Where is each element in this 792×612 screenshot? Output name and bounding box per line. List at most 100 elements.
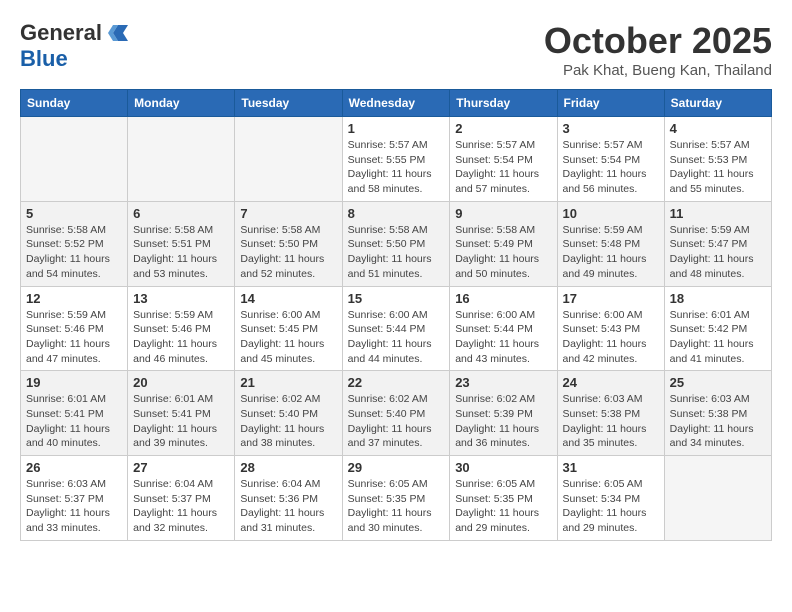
day-info: Sunrise: 6:03 AM Sunset: 5:37 PM Dayligh… xyxy=(26,477,122,536)
day-number: 22 xyxy=(348,375,445,390)
calendar-cell: 6 Sunrise: 5:58 AM Sunset: 5:51 PM Daylig… xyxy=(128,201,235,286)
day-number: 24 xyxy=(563,375,659,390)
day-number: 29 xyxy=(348,460,445,475)
calendar-cell xyxy=(235,117,342,202)
day-number: 28 xyxy=(240,460,336,475)
calendar-cell: 25 Sunrise: 6:03 AM Sunset: 5:38 PM Dayli… xyxy=(664,371,771,456)
day-number: 30 xyxy=(455,460,551,475)
weekday-header: Friday xyxy=(557,90,664,117)
calendar: SundayMondayTuesdayWednesdayThursdayFrid… xyxy=(20,89,772,541)
day-number: 31 xyxy=(563,460,659,475)
day-number: 23 xyxy=(455,375,551,390)
calendar-cell: 28 Sunrise: 6:04 AM Sunset: 5:36 PM Dayli… xyxy=(235,456,342,541)
day-info: Sunrise: 5:57 AM Sunset: 5:53 PM Dayligh… xyxy=(670,138,766,197)
calendar-cell: 23Sunrise: 6:02 AM Sunset: 5:39 PM Dayli… xyxy=(450,371,557,456)
day-number: 13 xyxy=(133,291,229,306)
day-info: Sunrise: 6:00 AM Sunset: 5:45 PM Dayligh… xyxy=(240,308,336,367)
calendar-cell: 16 Sunrise: 6:00 AM Sunset: 5:44 PM Dayli… xyxy=(450,286,557,371)
calendar-cell: 12Sunrise: 5:59 AM Sunset: 5:46 PM Dayli… xyxy=(21,286,128,371)
calendar-cell: 20Sunrise: 6:01 AM Sunset: 5:41 PM Dayli… xyxy=(128,371,235,456)
day-number: 14 xyxy=(240,291,336,306)
calendar-cell: 3Sunrise: 5:57 AM Sunset: 5:54 PM Daylig… xyxy=(557,117,664,202)
calendar-week-row: 12 Sunrise: 5:59 AM Sunset: 5:46 PM Dayli… xyxy=(21,286,772,371)
calendar-cell: 10 Sunrise: 5:59 AM Sunset: 5:48 PM Dayli… xyxy=(557,201,664,286)
day-info: Sunrise: 6:01 AM Sunset: 5:41 PM Dayligh… xyxy=(26,392,122,451)
day-number: 15 xyxy=(348,291,445,306)
day-info: Sunrise: 6:05 AM Sunset: 5:35 PM Dayligh… xyxy=(348,477,445,536)
logo-blue-text: Blue xyxy=(20,46,68,72)
day-number: 11 xyxy=(670,206,766,221)
day-number: 21 xyxy=(240,375,336,390)
day-info: Sunrise: 6:05 AM Sunset: 5:34 PM Dayligh… xyxy=(563,477,659,536)
day-info: Sunrise: 6:00 AM Sunset: 5:43 PM Dayligh… xyxy=(563,308,659,367)
day-number: 2 xyxy=(455,121,551,136)
day-number: 27 xyxy=(133,460,229,475)
day-number: 1 xyxy=(348,121,445,136)
weekday-header: Tuesday xyxy=(235,90,342,117)
month-title: October 2025 xyxy=(544,20,772,62)
day-number: 5 xyxy=(26,206,122,221)
day-info: Sunrise: 6:02 AM Sunset: 5:40 PM Dayligh… xyxy=(240,392,336,451)
day-info: Sunrise: 5:58 AM Sunset: 5:51 PM Dayligh… xyxy=(133,223,229,282)
calendar-cell: 2 Sunrise: 5:57 AM Sunset: 5:54 PM Daylig… xyxy=(450,117,557,202)
day-number: 4 xyxy=(670,121,766,136)
weekday-header: Saturday xyxy=(664,90,771,117)
day-number: 19 xyxy=(26,375,122,390)
logo: General Blue xyxy=(20,20,128,72)
day-info: Sunrise: 5:58 AM Sunset: 5:50 PM Dayligh… xyxy=(240,223,336,282)
calendar-cell: 13 Sunrise: 5:59 AM Sunset: 5:46 PM Dayli… xyxy=(128,286,235,371)
weekday-header: Thursday xyxy=(450,90,557,117)
day-number: 26 xyxy=(26,460,122,475)
calendar-cell xyxy=(128,117,235,202)
day-number: 8 xyxy=(348,206,445,221)
weekday-header: Monday xyxy=(128,90,235,117)
calendar-cell: 8 Sunrise: 5:58 AM Sunset: 5:50 PM Daylig… xyxy=(342,201,450,286)
calendar-cell: 31 Sunrise: 6:05 AM Sunset: 5:34 PM Dayli… xyxy=(557,456,664,541)
day-info: Sunrise: 6:02 AM Sunset: 5:40 PM Dayligh… xyxy=(348,392,445,451)
calendar-cell: 14 Sunrise: 6:00 AM Sunset: 5:45 PM Dayli… xyxy=(235,286,342,371)
day-info: Sunrise: 5:58 AM Sunset: 5:49 PM Dayligh… xyxy=(455,223,551,282)
calendar-cell: 9 Sunrise: 5:58 AM Sunset: 5:49 PM Daylig… xyxy=(450,201,557,286)
calendar-cell xyxy=(21,117,128,202)
calendar-cell: 18Sunrise: 6:01 AM Sunset: 5:42 PM Dayli… xyxy=(664,286,771,371)
calendar-week-row: 19 Sunrise: 6:01 AM Sunset: 5:41 PM Dayli… xyxy=(21,371,772,456)
calendar-cell: 21 Sunrise: 6:02 AM Sunset: 5:40 PM Dayli… xyxy=(235,371,342,456)
day-info: Sunrise: 5:57 AM Sunset: 5:54 PM Dayligh… xyxy=(563,138,659,197)
page-header: General Blue October 2025 Pak Khat, Buen… xyxy=(20,20,772,79)
day-number: 25 xyxy=(670,375,766,390)
day-info: Sunrise: 6:00 AM Sunset: 5:44 PM Dayligh… xyxy=(348,308,445,367)
calendar-cell: 27 Sunrise: 6:04 AM Sunset: 5:37 PM Dayli… xyxy=(128,456,235,541)
calendar-cell: 26 Sunrise: 6:03 AM Sunset: 5:37 PM Dayli… xyxy=(21,456,128,541)
day-number: 6 xyxy=(133,206,229,221)
day-number: 10 xyxy=(563,206,659,221)
location: Pak Khat, Bueng Kan, Thailand xyxy=(544,62,772,79)
logo-icon xyxy=(104,21,128,45)
day-info: Sunrise: 5:57 AM Sunset: 5:54 PM Dayligh… xyxy=(455,138,551,197)
day-info: Sunrise: 5:58 AM Sunset: 5:50 PM Dayligh… xyxy=(348,223,445,282)
weekday-header: Sunday xyxy=(21,90,128,117)
day-number: 9 xyxy=(455,206,551,221)
day-info: Sunrise: 6:04 AM Sunset: 5:37 PM Dayligh… xyxy=(133,477,229,536)
calendar-cell: 7Sunrise: 5:58 AM Sunset: 5:50 PM Daylig… xyxy=(235,201,342,286)
logo-general-text: General xyxy=(20,20,102,46)
calendar-cell: 4 Sunrise: 5:57 AM Sunset: 5:53 PM Daylig… xyxy=(664,117,771,202)
day-info: Sunrise: 6:01 AM Sunset: 5:42 PM Dayligh… xyxy=(670,308,766,367)
day-info: Sunrise: 6:03 AM Sunset: 5:38 PM Dayligh… xyxy=(670,392,766,451)
day-info: Sunrise: 6:04 AM Sunset: 5:36 PM Dayligh… xyxy=(240,477,336,536)
day-number: 16 xyxy=(455,291,551,306)
calendar-week-row: 5Sunrise: 5:58 AM Sunset: 5:52 PM Daylig… xyxy=(21,201,772,286)
title-block: October 2025 Pak Khat, Bueng Kan, Thaila… xyxy=(544,20,772,79)
day-info: Sunrise: 6:00 AM Sunset: 5:44 PM Dayligh… xyxy=(455,308,551,367)
calendar-cell: 17 Sunrise: 6:00 AM Sunset: 5:43 PM Dayli… xyxy=(557,286,664,371)
weekday-header: Wednesday xyxy=(342,90,450,117)
calendar-cell: 5Sunrise: 5:58 AM Sunset: 5:52 PM Daylig… xyxy=(21,201,128,286)
day-number: 12 xyxy=(26,291,122,306)
day-info: Sunrise: 5:59 AM Sunset: 5:46 PM Dayligh… xyxy=(133,308,229,367)
calendar-cell: 22 Sunrise: 6:02 AM Sunset: 5:40 PM Dayli… xyxy=(342,371,450,456)
day-info: Sunrise: 6:05 AM Sunset: 5:35 PM Dayligh… xyxy=(455,477,551,536)
calendar-cell: 29 Sunrise: 6:05 AM Sunset: 5:35 PM Dayli… xyxy=(342,456,450,541)
day-number: 17 xyxy=(563,291,659,306)
calendar-cell xyxy=(664,456,771,541)
day-info: Sunrise: 6:01 AM Sunset: 5:41 PM Dayligh… xyxy=(133,392,229,451)
day-info: Sunrise: 5:59 AM Sunset: 5:48 PM Dayligh… xyxy=(563,223,659,282)
